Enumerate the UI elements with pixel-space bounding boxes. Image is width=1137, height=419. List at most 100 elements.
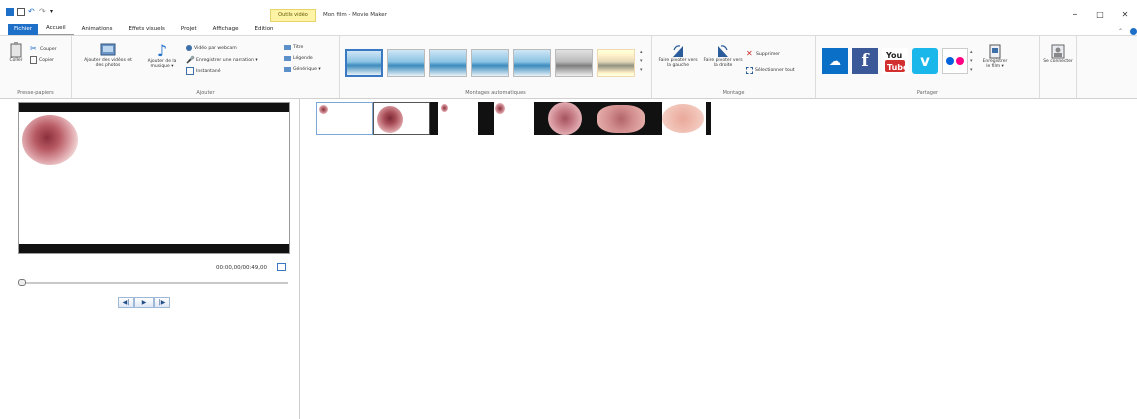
automovie-theme-6[interactable] xyxy=(555,49,593,77)
rotate-left-icon xyxy=(673,45,683,57)
add-videos-photos-button[interactable]: Ajouter des vidéos et des photos xyxy=(82,42,134,68)
letterbox-top xyxy=(19,103,289,112)
storyboard-clip[interactable] xyxy=(648,102,712,135)
ribbon-collapse-icon[interactable]: ⌃ xyxy=(1118,28,1123,35)
rotate-right-label: Faire pivoter vers la droite xyxy=(703,58,743,68)
redo-icon[interactable]: ↷ xyxy=(39,8,47,16)
tab-animations[interactable]: Animations xyxy=(74,24,121,35)
snapshot-button[interactable]: Instantané xyxy=(186,67,221,75)
rotate-right-button[interactable]: Faire pivoter vers la droite xyxy=(702,44,744,68)
ribbon-tabs: Fichier Accueil Animations Effets visuel… xyxy=(0,22,282,35)
quick-access-toolbar: ↶ ↷ ▾ xyxy=(6,6,58,18)
caption-label: Légende xyxy=(293,56,313,61)
delete-button[interactable]: ✕ Supprimer xyxy=(746,50,780,58)
tab-home[interactable]: Accueil xyxy=(37,23,74,35)
group-label-clipboard: Presse-papiers xyxy=(17,90,54,96)
next-frame-button[interactable]: |▶ xyxy=(154,297,170,308)
automovie-theme-1[interactable] xyxy=(345,49,383,77)
tab-edit[interactable]: Edition xyxy=(247,24,282,35)
copy-button[interactable]: Copier xyxy=(30,56,54,64)
group-label-add: Ajouter xyxy=(196,90,215,96)
facebook-icon[interactable]: f xyxy=(852,48,878,74)
video-preview[interactable] xyxy=(18,102,290,254)
automovie-theme-7[interactable] xyxy=(597,49,635,77)
onedrive-icon[interactable]: ☁ xyxy=(822,48,848,74)
tab-visual-effects[interactable]: Effets visuels xyxy=(121,24,173,35)
storyboard-clip[interactable] xyxy=(478,102,494,135)
gallery-scroll-icon[interactable]: ▴ ▾ ▾ xyxy=(640,48,643,75)
automovie-theme-3[interactable] xyxy=(429,49,467,77)
svg-text:Tube: Tube xyxy=(887,63,906,72)
undo-icon[interactable]: ↶ xyxy=(28,8,36,16)
tab-view[interactable]: Affichage xyxy=(205,24,247,35)
play-icon: ▶ xyxy=(141,299,147,306)
storyboard-clip[interactable] xyxy=(373,102,430,135)
help-icon[interactable] xyxy=(1130,28,1137,35)
storyboard-clip[interactable] xyxy=(316,102,373,135)
save-movie-button[interactable]: Enregistrer le film ▾ xyxy=(980,44,1010,69)
select-all-label: Sélectionner tout xyxy=(755,68,795,73)
timecode: 00:00,00/00:49,00 xyxy=(216,265,268,271)
storyboard-clip[interactable] xyxy=(430,102,438,135)
narration-label: Enregistrer une narration ▾ xyxy=(196,57,258,63)
scissors-icon: ✂ xyxy=(30,44,37,53)
caption-button[interactable]: Légende xyxy=(284,56,313,61)
group-add: Ajouter des vidéos et des photos ♪ Ajout… xyxy=(72,36,340,98)
storyboard-clip[interactable] xyxy=(438,102,478,135)
paste-label: Coller xyxy=(9,58,23,63)
previous-frame-button[interactable]: ◀| xyxy=(118,297,134,308)
storyboard-clip[interactable] xyxy=(494,102,534,135)
record-narration-button[interactable]: 🎤 Enregistrer une narration ▾ xyxy=(186,56,258,64)
group-editing: Faire pivoter vers la gauche Faire pivot… xyxy=(652,36,816,98)
rotate-left-button[interactable]: Faire pivoter vers la gauche xyxy=(656,44,700,68)
caption-icon xyxy=(284,56,291,61)
automovie-theme-5[interactable] xyxy=(513,49,551,77)
credits-button[interactable]: Générique ▾ xyxy=(284,67,321,72)
ribbon: Coller ✂ Couper Copier Presse-papiers Aj… xyxy=(0,35,1137,99)
title-icon xyxy=(284,45,291,50)
group-automovie: ▴ ▾ ▾ Montages automatiques xyxy=(340,36,652,98)
group-label-automovie: Montages automatiques xyxy=(465,90,526,96)
svg-text:You: You xyxy=(885,51,903,60)
tab-project[interactable]: Projet xyxy=(173,24,205,35)
copy-label: Copier xyxy=(39,57,54,63)
fullscreen-icon[interactable] xyxy=(277,263,286,271)
webcam-video-button[interactable]: Vidéo par webcam xyxy=(186,45,237,51)
seek-bar[interactable] xyxy=(20,282,288,284)
youtube-logo-icon: You Tube xyxy=(885,51,906,72)
rotate-left-label: Faire pivoter vers la gauche xyxy=(658,58,698,68)
vimeo-icon[interactable]: v xyxy=(912,48,938,74)
delete-label: Supprimer xyxy=(756,51,781,57)
play-button[interactable]: ▶ xyxy=(134,297,154,308)
add-music-button[interactable]: ♪ Ajouter de la musique ▾ xyxy=(140,42,184,69)
delete-icon: ✕ xyxy=(746,49,753,58)
tab-file[interactable]: Fichier xyxy=(8,24,38,35)
storyboard-clip[interactable] xyxy=(591,102,648,135)
automovie-theme-2[interactable] xyxy=(387,49,425,77)
share-gallery-scroll-icon[interactable]: ▴ ▾ ▾ xyxy=(970,48,973,75)
select-all-icon xyxy=(746,67,753,74)
microphone-icon: 🎤 xyxy=(186,56,195,64)
group-share: ☁ f You Tube v ▴ ▾ ▾ Enregistrer le film ▾ … xyxy=(816,36,1040,98)
qat-dropdown-icon[interactable]: ▾ xyxy=(50,8,58,16)
automovie-theme-4[interactable] xyxy=(471,49,509,77)
sign-in-button[interactable]: Se connecter xyxy=(1043,44,1073,64)
minimize-button[interactable]: – xyxy=(1065,8,1085,22)
select-all-button[interactable]: Sélectionner tout xyxy=(746,67,795,74)
app-icon[interactable] xyxy=(6,8,14,16)
youtube-icon[interactable]: You Tube xyxy=(882,48,908,74)
restore-button[interactable]: □ xyxy=(1090,8,1110,22)
cut-button[interactable]: ✂ Couper xyxy=(30,45,57,53)
paste-button[interactable]: Coller xyxy=(5,42,27,63)
storyboard-clip[interactable] xyxy=(534,102,591,135)
close-button[interactable]: ✕ xyxy=(1115,8,1135,22)
playback-controls: ◀| ▶ |▶ xyxy=(118,297,170,310)
flickr-icon[interactable] xyxy=(942,48,968,74)
seek-thumb[interactable] xyxy=(18,279,26,286)
title-bar: ↶ ↷ ▾ Outils vidéo Mon film - Movie Make… xyxy=(0,0,1137,35)
previous-frame-icon: ◀| xyxy=(122,299,130,306)
context-tab-video-tools: Outils vidéo xyxy=(270,9,316,22)
save-icon[interactable] xyxy=(17,8,25,16)
user-account-icon xyxy=(1051,44,1065,59)
title-button[interactable]: Titre xyxy=(284,45,303,50)
